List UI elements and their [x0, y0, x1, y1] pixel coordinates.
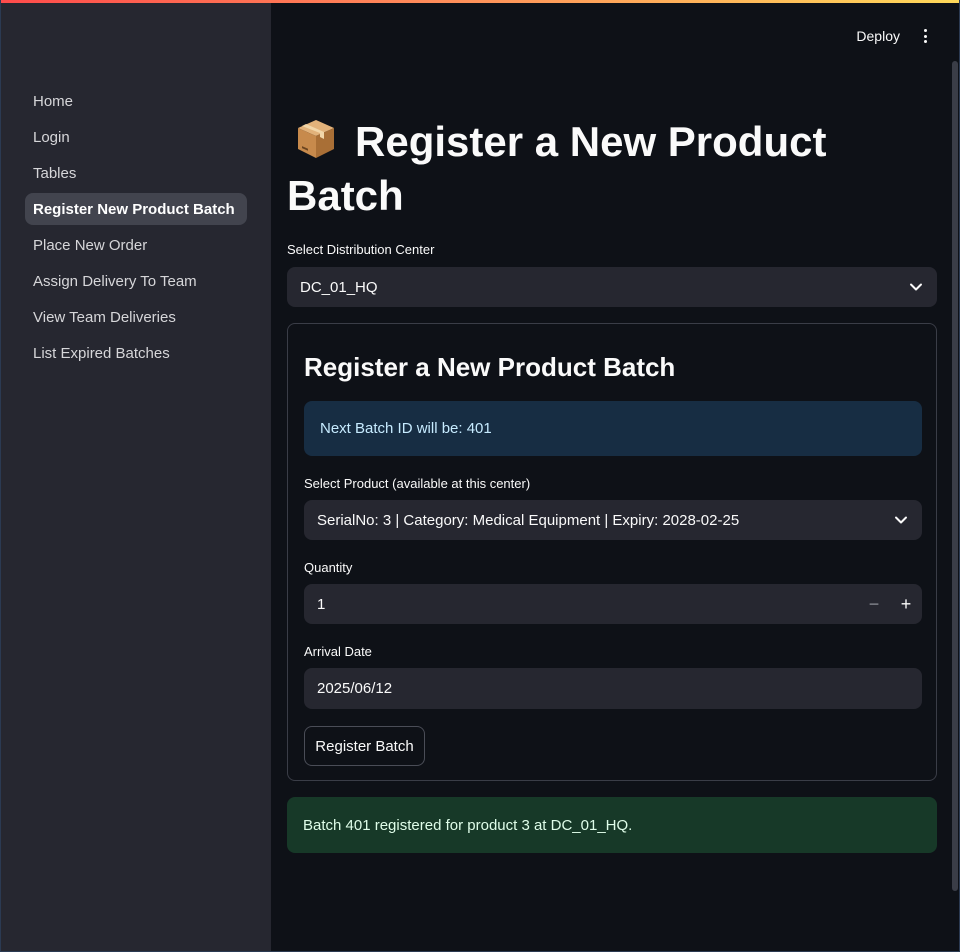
- main-content: Deploy Register a New Product Batch Sele…: [271, 3, 960, 952]
- register-batch-form: Register a New Product Batch Next Batch …: [287, 323, 937, 781]
- sidebar-item-assign-delivery-to-team[interactable]: Assign Delivery To Team: [25, 265, 247, 297]
- form-title: Register a New Product Batch: [304, 352, 676, 382]
- page-title: Register a New Product Batch: [287, 115, 887, 223]
- package-icon: [295, 118, 337, 160]
- sidebar-item-register-new-product-batch[interactable]: Register New Product Batch: [25, 193, 247, 225]
- product-select-label: Select Product (available at this center…: [304, 476, 531, 491]
- vertical-ellipsis-icon[interactable]: [918, 27, 932, 45]
- arrival-date-label: Arrival Date: [304, 644, 372, 659]
- sidebar-item-tables[interactable]: Tables: [25, 157, 247, 189]
- sidebar-item-place-new-order[interactable]: Place New Order: [25, 229, 247, 261]
- quantity-label: Quantity: [304, 560, 353, 575]
- scrollbar[interactable]: [952, 61, 958, 891]
- header-actions: Deploy: [856, 27, 932, 45]
- page-title-text: Register a New Product Batch: [287, 118, 827, 219]
- success-message: Batch 401 registered for product 3 at DC…: [287, 797, 937, 853]
- sidebar-nav: Home Login Tables Register New Product B…: [25, 85, 247, 373]
- distribution-center-value: DC_01_HQ: [300, 278, 378, 296]
- distribution-center-select[interactable]: DC_01_HQ: [287, 267, 937, 307]
- decrement-button[interactable]: −: [858, 584, 890, 624]
- chevron-down-icon: [895, 516, 907, 524]
- sidebar-item-list-expired-batches[interactable]: List Expired Batches: [25, 337, 247, 369]
- quantity-stepper[interactable]: 1 − +: [304, 584, 922, 624]
- arrival-date-input[interactable]: 2025/06/12: [304, 668, 922, 709]
- app-header-decoration: [0, 0, 960, 3]
- increment-button[interactable]: +: [890, 584, 922, 624]
- distribution-center-label: Select Distribution Center: [287, 242, 435, 257]
- product-select[interactable]: SerialNo: 3 | Category: Medical Equipmen…: [304, 500, 922, 540]
- sidebar-item-view-team-deliveries[interactable]: View Team Deliveries: [25, 301, 247, 333]
- sidebar-item-login[interactable]: Login: [25, 121, 247, 153]
- sidebar-item-home[interactable]: Home: [25, 85, 247, 117]
- product-select-value: SerialNo: 3 | Category: Medical Equipmen…: [317, 511, 740, 529]
- chevron-down-icon: [910, 283, 922, 291]
- sidebar: Home Login Tables Register New Product B…: [0, 3, 271, 952]
- register-batch-button[interactable]: Register Batch: [304, 726, 425, 766]
- deploy-button[interactable]: Deploy: [856, 28, 900, 44]
- stepper-controls: − +: [858, 584, 922, 624]
- quantity-value: 1: [317, 595, 326, 613]
- next-batch-info: Next Batch ID will be: 401: [304, 401, 922, 456]
